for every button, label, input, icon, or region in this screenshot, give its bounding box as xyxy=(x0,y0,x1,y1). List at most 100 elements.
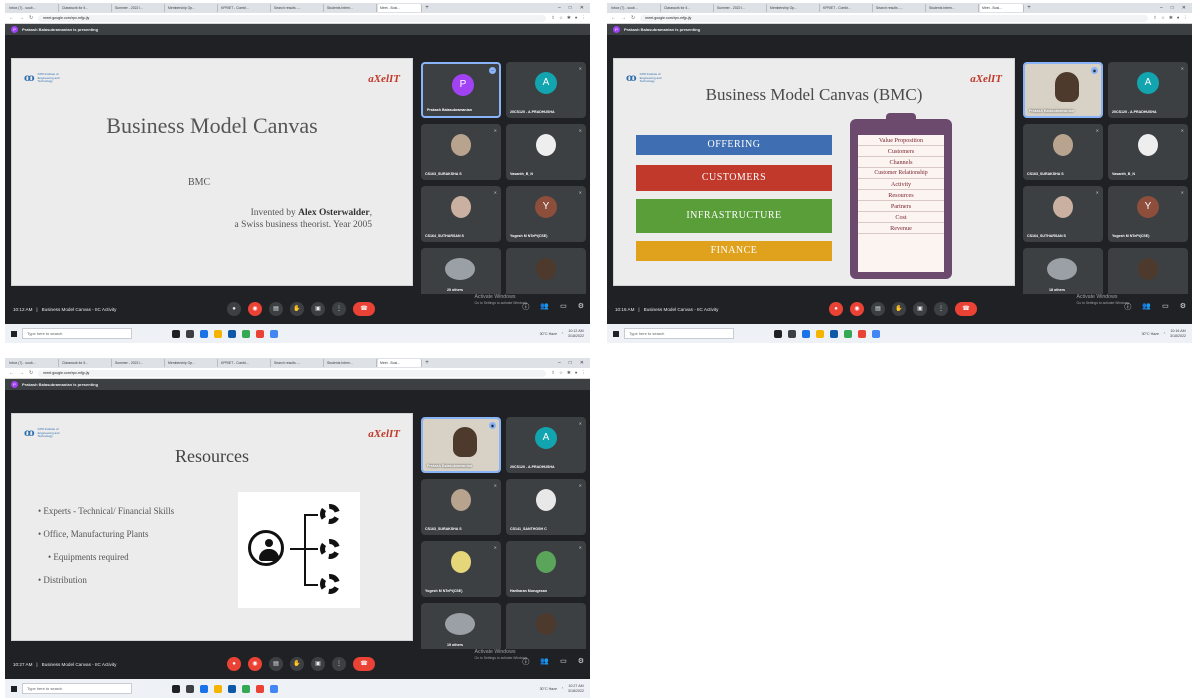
activities-icon[interactable]: ⚙ xyxy=(578,657,584,667)
participant-tile[interactable]: ✕ CS163_SURAKSHA S xyxy=(421,124,501,180)
end-call-button[interactable]: ☎ xyxy=(353,657,375,671)
windows-start-icon[interactable] xyxy=(11,330,17,337)
info-icon[interactable]: ⓘ xyxy=(1124,302,1131,312)
captions-icon[interactable]: ▤ xyxy=(269,302,283,316)
raise-hand-icon[interactable]: ✋ xyxy=(290,657,304,671)
word-icon[interactable] xyxy=(270,329,278,338)
share-icon[interactable]: ⇪ xyxy=(551,15,555,21)
word-icon[interactable] xyxy=(872,329,880,338)
task-view-icon[interactable] xyxy=(186,684,194,693)
close-icon[interactable]: ✕ xyxy=(580,5,584,11)
end-call-button[interactable]: ☎ xyxy=(955,302,977,316)
mic-off-icon[interactable]: ● xyxy=(829,302,843,316)
share-icon[interactable]: ⇪ xyxy=(551,370,555,376)
menu-icon[interactable]: ⋮ xyxy=(582,15,587,21)
store-icon[interactable] xyxy=(830,329,838,338)
chrome-icon[interactable] xyxy=(242,684,250,693)
taskbar-search-input[interactable]: Type here to search xyxy=(22,328,132,339)
more-options-icon[interactable]: ⋮ xyxy=(934,302,948,316)
url-input[interactable]: meet.google.com/rpv-mfjp-jiy xyxy=(38,14,547,22)
participant-tile[interactable]: ✕ CS141_SANTHOSH C xyxy=(506,479,586,535)
browser-tab[interactable]: Inbox (7) - soub... xyxy=(7,4,59,12)
reload-icon[interactable]: ↻ xyxy=(29,15,33,21)
share-icon[interactable]: ⇪ xyxy=(1153,15,1157,21)
app-icon[interactable] xyxy=(858,329,866,338)
people-icon[interactable]: 👥 xyxy=(540,657,549,667)
back-icon[interactable]: ← xyxy=(611,15,616,21)
cortana-icon[interactable] xyxy=(172,329,180,338)
minimize-icon[interactable]: – xyxy=(1160,5,1163,11)
end-call-button[interactable]: ☎ xyxy=(353,302,375,316)
raise-hand-icon[interactable]: ✋ xyxy=(290,302,304,316)
word-icon[interactable] xyxy=(270,684,278,693)
extensions-icon[interactable]: ✱ xyxy=(567,370,571,376)
new-tab-icon[interactable]: + xyxy=(1025,5,1033,11)
reload-icon[interactable]: ↻ xyxy=(29,370,33,376)
back-icon[interactable]: ← xyxy=(9,15,14,21)
browser-tab[interactable]: Search results -... xyxy=(272,4,324,12)
chat-icon[interactable]: ▭ xyxy=(560,302,567,312)
participant-tile[interactable]: ✕ Hariharan Murugesan xyxy=(506,541,586,597)
star-icon[interactable]: ☆ xyxy=(559,15,563,21)
extensions-icon[interactable]: ✱ xyxy=(1169,15,1173,21)
chat-icon[interactable]: ▭ xyxy=(560,657,567,667)
profile-icon[interactable]: ● xyxy=(575,370,578,376)
more-options-icon[interactable]: ⋯ xyxy=(489,67,496,74)
minimize-icon[interactable]: – xyxy=(558,360,561,366)
browser-tab[interactable]: KPRIET - Combi... xyxy=(821,4,873,12)
forward-icon[interactable]: → xyxy=(621,15,626,21)
maximize-icon[interactable]: □ xyxy=(569,360,572,366)
browser-tab[interactable]: Classwork for II... xyxy=(60,4,112,12)
minimize-icon[interactable]: – xyxy=(558,5,561,11)
store-icon[interactable] xyxy=(228,684,236,693)
participant-tile[interactable]: ◉ Prakash Balasubramanian xyxy=(1023,62,1103,118)
activities-icon[interactable]: ⚙ xyxy=(578,302,584,312)
participant-tile[interactable]: ✕ Y Yogesh M NTePI(CSE) xyxy=(506,186,586,242)
participant-tile[interactable]: ✕ Y Yogesh M NTePI(CSE) xyxy=(1108,186,1188,242)
file-explorer-icon[interactable] xyxy=(214,684,222,693)
edge-icon[interactable] xyxy=(200,684,208,693)
captions-icon[interactable]: ▤ xyxy=(871,302,885,316)
raise-hand-icon[interactable]: ✋ xyxy=(892,302,906,316)
activities-icon[interactable]: ⚙ xyxy=(1180,302,1186,312)
browser-tab[interactable]: Membership Op... xyxy=(166,359,218,367)
participant-tile[interactable]: ✕ A 20CS120 - A.PRADHUSHA xyxy=(1108,62,1188,118)
close-icon[interactable]: ✕ xyxy=(580,360,584,366)
camera-off-icon[interactable]: ◉ xyxy=(850,302,864,316)
participant-tile[interactable]: ✕ Vasanth_B_N xyxy=(1108,124,1188,180)
participant-tile[interactable]: ◉ Prakash Balasubramanian xyxy=(421,417,501,473)
participant-tile[interactable]: ✕ CS163_SURAKSHA S xyxy=(1023,124,1103,180)
participant-tile[interactable]: ✕ A 20CS120 - A.PRADHUSHA xyxy=(506,417,586,473)
info-icon[interactable]: ⓘ xyxy=(522,302,529,312)
browser-tab[interactable]: Students Intern... xyxy=(325,359,377,367)
taskbar-clock[interactable]: 10:16 AM 3/18/2022 xyxy=(1170,329,1186,338)
participant-tile[interactable]: ✕ CS163_SURAKSHA S xyxy=(421,479,501,535)
camera-off-icon[interactable]: ◉ xyxy=(248,657,262,671)
browser-tab[interactable]: Search results -... xyxy=(272,359,324,367)
menu-icon[interactable]: ⋮ xyxy=(1184,15,1189,21)
reload-icon[interactable]: ↻ xyxy=(631,15,635,21)
mic-off-icon[interactable]: ● xyxy=(227,657,241,671)
taskbar-search-input[interactable]: Type here to search xyxy=(624,328,734,339)
task-view-icon[interactable] xyxy=(186,329,194,338)
more-options-icon[interactable]: ⋮ xyxy=(332,302,346,316)
browser-tab[interactable]: Membership Op... xyxy=(768,4,820,12)
edge-icon[interactable] xyxy=(802,329,810,338)
star-icon[interactable]: ☆ xyxy=(1161,15,1165,21)
participant-tile[interactable]: ⋯ P Prakash Balasubramanian xyxy=(421,62,501,118)
profile-icon[interactable]: ● xyxy=(1177,15,1180,21)
present-icon[interactable]: ▣ xyxy=(311,657,325,671)
browser-tab-active[interactable]: Meet - Busi... xyxy=(378,359,422,367)
maximize-icon[interactable]: □ xyxy=(569,5,572,11)
mic-icon[interactable]: ● xyxy=(227,302,241,316)
forward-icon[interactable]: → xyxy=(19,15,24,21)
participant-tile[interactable]: ✕ Yogesh M NTePI(CSE) xyxy=(421,541,501,597)
participant-tile[interactable]: ✕ CS164_SUTHARSAN S xyxy=(1023,186,1103,242)
camera-off-icon[interactable]: ◉ xyxy=(248,302,262,316)
file-explorer-icon[interactable] xyxy=(816,329,824,338)
star-icon[interactable]: ☆ xyxy=(559,370,563,376)
browser-tab[interactable]: Summer - 2022 I... xyxy=(715,4,767,12)
participant-tile[interactable]: ✕ Vasanth_B_N xyxy=(506,124,586,180)
more-options-icon[interactable]: ⋮ xyxy=(332,657,346,671)
browser-tab-active[interactable]: Meet - Busi... xyxy=(980,4,1024,12)
